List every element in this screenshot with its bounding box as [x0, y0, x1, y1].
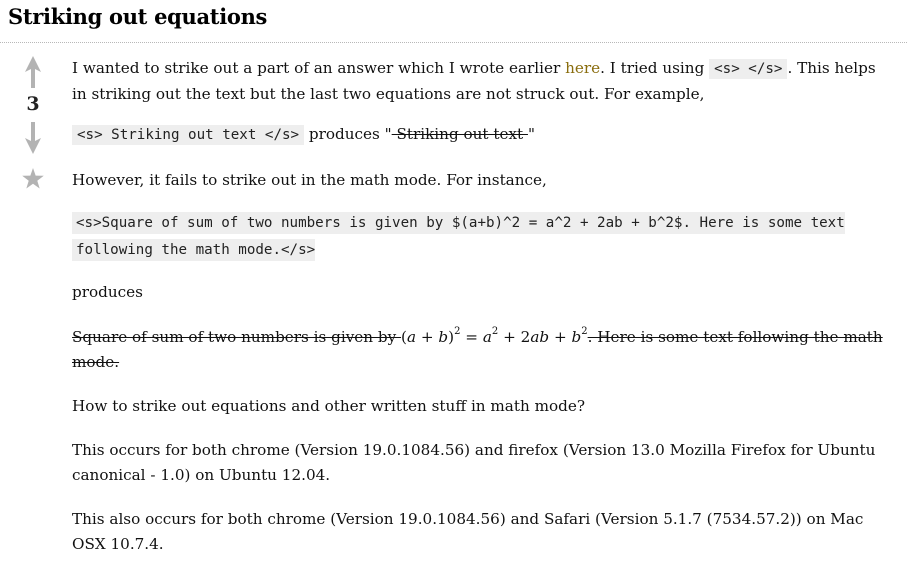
math-var-a: a: [406, 328, 417, 346]
question-body: I wanted to strike out a part of an answ…: [72, 56, 892, 557]
here-link[interactable]: here: [565, 59, 600, 77]
vote-cell: 3: [20, 56, 46, 189]
math-equals: =: [460, 328, 483, 346]
title-divider: [0, 42, 907, 43]
math-plus: +: [416, 328, 439, 346]
math-var-b: b: [438, 328, 449, 346]
arrow-up-icon[interactable]: [25, 56, 41, 88]
vote-count: 3: [26, 93, 40, 115]
math-equation: (a + b)2 = a2 + 2ab + b2: [401, 327, 588, 347]
star-icon[interactable]: [22, 168, 44, 189]
math-var-b: b: [571, 328, 582, 346]
paragraph-ubuntu: This occurs for both chrome (Version 19.…: [72, 441, 876, 484]
struck-output-before: Square of sum of two numbers is given by: [72, 328, 402, 346]
example-text-end: ": [527, 125, 535, 143]
math-plus-two: + 2: [498, 328, 531, 346]
code-block-text: <s>Square of sum of two numbers is given…: [72, 212, 845, 261]
math-var-ab: ab: [530, 328, 550, 346]
math-plus: +: [549, 328, 572, 346]
inline-code-striking-example: <s> Striking out text </s>: [72, 125, 305, 145]
code-block: <s>Square of sum of two numbers is given…: [72, 210, 876, 264]
paragraph-rendered-output: Square of sum of two numbers is given by…: [72, 325, 892, 375]
paragraph-however: However, it fails to strike out in the m…: [72, 171, 547, 189]
inline-code-s-tag: <s> </s>: [709, 59, 788, 79]
paragraph-mac: This also occurs for both chrome (Versio…: [72, 510, 864, 553]
example-text: produces ": [304, 125, 392, 143]
paragraph-intro: I wanted to strike out a part of an answ…: [72, 56, 892, 107]
intro-text-2: . I tried using: [600, 59, 710, 77]
intro-text: I wanted to strike out a part of an answ…: [72, 59, 566, 77]
math-var-a: a: [482, 328, 492, 346]
paragraph-example: <s> Striking out text </s> produces " St…: [72, 122, 892, 148]
paragraph-question: How to strike out equations and other wr…: [72, 397, 585, 415]
question-title: Striking out equations: [8, 4, 268, 29]
paragraph-produces: produces: [72, 283, 143, 301]
struck-example-text: Striking out text: [391, 125, 528, 143]
arrow-down-icon[interactable]: [25, 122, 41, 154]
